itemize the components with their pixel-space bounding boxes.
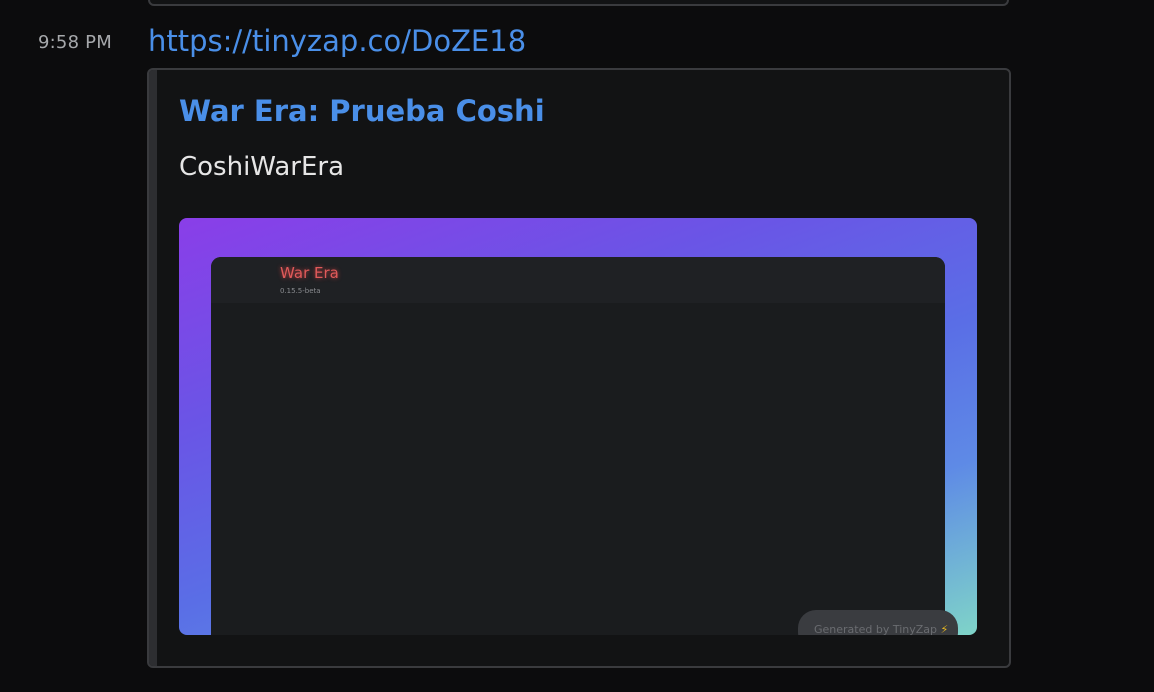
generated-by-label: Generated by TinyZap [814,623,938,635]
lightning-bolt-icon: ⚡ [940,623,949,635]
embed-title-link[interactable]: War Era: Prueba Coshi [179,94,545,128]
previous-embed-bottom [148,0,1009,6]
link-embed: War Era: Prueba Coshi CoshiWarEra War Er… [147,68,1011,668]
preview-app-title: War Era [280,264,339,282]
preview-app-window: War Era 0.15.5-beta [211,257,945,635]
chat-view: 9:58 PM https://tinyzap.co/DoZE18 War Er… [0,0,1154,692]
embed-preview-image[interactable]: War Era 0.15.5-beta Generated by TinyZap… [179,218,977,635]
generated-by-badge: Generated by TinyZap ⚡ [798,610,958,635]
message-timestamp: 9:58 PM [38,32,112,53]
embed-accent-bar [149,70,157,666]
preview-app-header: War Era 0.15.5-beta [211,257,945,303]
embed-description: CoshiWarEra [179,152,345,182]
preview-app-version: 0.15.5-beta [280,287,321,295]
message-link[interactable]: https://tinyzap.co/DoZE18 [148,24,526,58]
